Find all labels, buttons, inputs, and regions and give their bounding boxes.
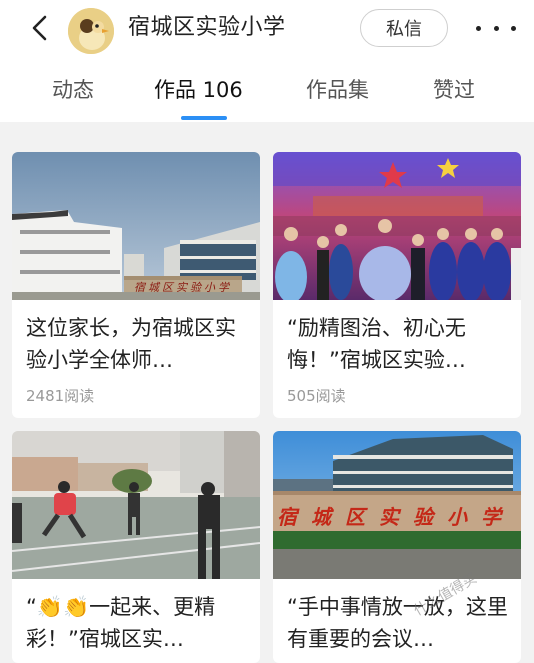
profile-header: 宿城区实验小学 私信 动态 作品 106 作品集 赞过	[0, 0, 534, 122]
article-title: “励精图治、初心无悔！”宿城区实验…	[287, 316, 466, 372]
article-title: “手中事情放一放，这里有重要的会议…	[287, 595, 508, 651]
avatar[interactable]	[68, 8, 114, 54]
tab-bar: 动态 作品 106 作品集 赞过	[0, 70, 534, 110]
read-count: 2481阅读	[26, 387, 95, 405]
chevron-left-icon	[32, 15, 47, 41]
article-thumbnail	[273, 152, 521, 300]
active-tab-indicator	[181, 116, 227, 120]
article-title: 这位家长，为宿城区实验小学全体师…	[26, 316, 236, 372]
article-card[interactable]: “励精图治、初心无悔！”宿城区实验… 505阅读	[273, 152, 521, 418]
article-title: “👏👏一起来、更精彩！”宿城区实…	[26, 595, 216, 651]
tab-liked[interactable]: 赞过	[433, 70, 475, 110]
school-sign-text: 宿城区实验小学	[134, 281, 232, 294]
article-thumbnail: 宿城区实验小学	[12, 152, 260, 300]
article-thumbnail	[12, 431, 260, 579]
article-card[interactable]: 宿城区实验小学 这位家长，为宿城区实验小学全体师… 2481阅读	[12, 152, 260, 418]
tab-collections[interactable]: 作品集	[306, 70, 369, 110]
article-card[interactable]: 宿城区实验小学 “手中事情放一放，这里有重要的会议…	[273, 431, 521, 663]
tab-works[interactable]: 作品 106	[154, 70, 243, 110]
page-title: 宿城区实验小学	[128, 15, 286, 40]
article-thumbnail: 宿城区实验小学	[273, 431, 521, 579]
back-button[interactable]	[22, 10, 58, 46]
article-card[interactable]: “👏👏一起来、更精彩！”宿城区实…	[12, 431, 260, 663]
tab-activity[interactable]: 动态	[52, 70, 94, 110]
school-sign-text: 宿城区实验小学	[277, 505, 515, 529]
more-horizontal-icon	[476, 25, 481, 31]
read-count: 505阅读	[287, 387, 346, 405]
more-button[interactable]	[476, 14, 516, 42]
message-button[interactable]: 私信	[360, 9, 448, 47]
